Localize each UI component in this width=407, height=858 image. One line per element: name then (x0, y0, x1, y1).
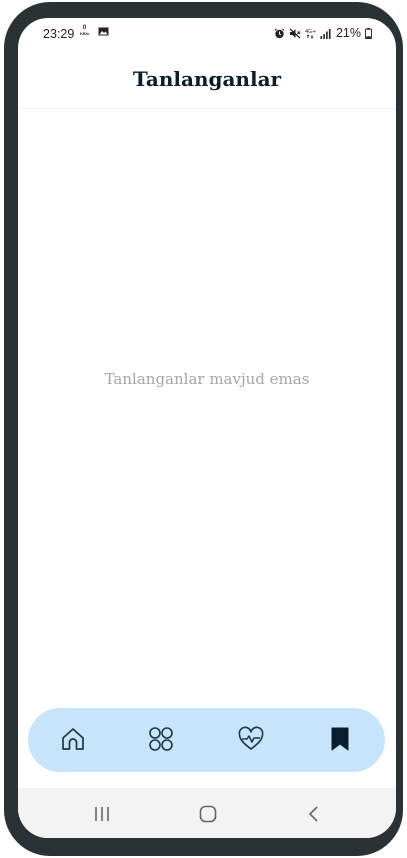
recent-apps-button[interactable] (88, 800, 116, 828)
tab-categories[interactable] (144, 722, 178, 756)
home-circle-icon (199, 805, 217, 823)
tab-home[interactable] (56, 722, 90, 756)
empty-state-message: Tanlanganlar mavjud emas (104, 370, 310, 388)
battery-percent: 21% (335, 26, 361, 40)
system-back-button[interactable] (300, 800, 328, 828)
svg-text:4G+: 4G+ (305, 29, 316, 35)
mute-icon (289, 28, 301, 38)
net-speed: 0 KB/s (80, 25, 89, 37)
system-home-button[interactable] (194, 800, 222, 828)
back-icon (308, 806, 318, 822)
categories-icon (149, 727, 173, 751)
net-speed-unit: KB/s (80, 31, 90, 36)
screen: 23:29 0 KB/s 4G+ 21% Tanlanganlar Tanlan… (18, 18, 396, 838)
heart-pulse-icon (238, 726, 264, 750)
alarm-icon (274, 28, 285, 38)
status-time: 23:29 (43, 27, 75, 41)
system-navigation-bar (18, 788, 396, 838)
signal-icon (320, 28, 331, 39)
page-title: Tanlanganlar (132, 67, 282, 91)
recent-apps-icon (95, 807, 109, 821)
gallery-icon (98, 27, 109, 36)
header: Tanlanganlar (18, 52, 396, 109)
home-icon (62, 728, 84, 750)
phone-side-button-right-bottom (398, 315, 403, 379)
bookmark-icon (331, 727, 349, 751)
battery-icon (365, 27, 372, 39)
tab-health[interactable] (234, 722, 268, 756)
bottom-tab-bar (28, 708, 385, 772)
status-icons-right: 4G+ 21% (274, 26, 372, 40)
4g-icon: 4G+ (305, 29, 316, 39)
phone-side-button-right-top (398, 224, 403, 270)
tab-saved[interactable] (323, 722, 357, 756)
phone-side-button-left (4, 198, 9, 302)
phone-frame: 23:29 0 KB/s 4G+ 21% Tanlanganlar Tanlan… (4, 2, 403, 856)
status-bar: 23:29 0 KB/s 4G+ 21% (18, 18, 396, 52)
